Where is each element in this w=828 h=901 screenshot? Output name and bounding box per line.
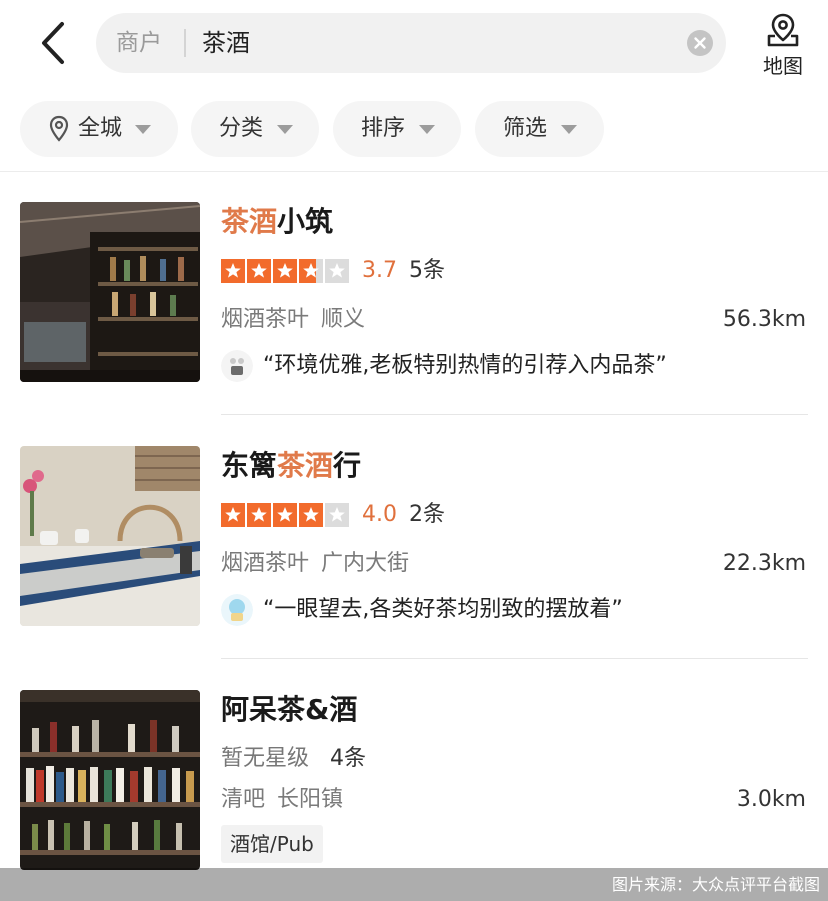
- filter-city[interactable]: 全城: [20, 101, 178, 157]
- shop-name[interactable]: 东篱茶酒行: [221, 446, 361, 486]
- caret-down-icon: [419, 125, 435, 134]
- star-icon: [325, 503, 349, 527]
- caret-down-icon: [135, 125, 151, 134]
- caret-down-icon: [561, 125, 577, 134]
- distance: 3.0km: [736, 787, 806, 812]
- result-item[interactable]: 茶酒小筑 3.7 5条 烟酒茶叶 顺义 56.3km “环境优雅,老板特别热情的引…: [0, 202, 828, 446]
- map-label: 地图: [763, 54, 803, 78]
- review-count: 2条: [409, 502, 445, 527]
- filter-screen-label: 筛选: [503, 116, 548, 141]
- caret-down-icon: [277, 125, 293, 134]
- name-highlight: 茶酒: [221, 205, 278, 238]
- search-input[interactable]: 茶酒: [202, 13, 250, 73]
- name-rest: 小筑: [277, 205, 334, 238]
- filter-bar: 全城 分类 排序 筛选: [0, 101, 828, 159]
- image-credit: 图片来源：大众点评平台截图: [611, 875, 820, 894]
- avatar: [221, 594, 253, 626]
- avatar: [221, 350, 253, 382]
- review-count: 4条: [330, 746, 366, 771]
- location-pin-icon: [49, 115, 69, 142]
- item-divider: [221, 414, 808, 415]
- name-prefix: 东篱: [221, 449, 278, 482]
- search-divider: [184, 29, 186, 57]
- name-highlight: 茶酒: [277, 449, 334, 482]
- back-button[interactable]: [32, 18, 76, 68]
- distance: 56.3km: [722, 307, 806, 332]
- map-button[interactable]: 地图: [755, 10, 811, 80]
- shop-area: 广内大街: [321, 551, 410, 576]
- shop-name[interactable]: 茶酒小筑: [221, 202, 333, 242]
- shop-meta: 烟酒茶叶 广内大街: [221, 547, 409, 581]
- filter-category[interactable]: 分类: [191, 101, 319, 157]
- shop-photo: [20, 202, 200, 382]
- filter-sort[interactable]: 排序: [333, 101, 461, 157]
- no-rating-label: 暂无星级: [221, 746, 310, 771]
- image-credit-bar: 图片来源：大众点评平台截图: [0, 868, 828, 901]
- search-scope-label[interactable]: 商户: [116, 13, 162, 73]
- star-icon: [325, 259, 349, 283]
- name-rest: 行: [333, 449, 362, 482]
- shop-area: 长阳镇: [277, 787, 344, 812]
- shop-meta: 烟酒茶叶 顺义: [221, 303, 365, 337]
- star-icon: [273, 259, 297, 283]
- shop-name[interactable]: 阿呆茶&酒: [221, 690, 357, 730]
- shop-photo: [20, 690, 200, 870]
- search-bar[interactable]: 商户 茶酒: [96, 13, 726, 73]
- top-bar: 商户 茶酒 地图: [0, 0, 828, 88]
- review-quote: “环境优雅,老板特别热情的引荐入内品茶”: [263, 353, 667, 378]
- filter-city-label: 全城: [78, 116, 123, 141]
- shop-meta: 清吧 长阳镇: [221, 783, 343, 817]
- category-tag: 酒馆/Pub: [221, 825, 323, 863]
- review-quote: “一眼望去,各类好茶均别致的摆放着”: [263, 597, 623, 622]
- star-icon: [273, 503, 297, 527]
- filter-divider: [0, 171, 828, 172]
- star-icon: [221, 259, 245, 283]
- clear-search-button[interactable]: [687, 30, 713, 56]
- back-arrow-icon: [42, 22, 64, 64]
- star-icon: [299, 503, 323, 527]
- review-count: 5条: [409, 258, 445, 283]
- shop-category: 烟酒茶叶: [221, 551, 310, 576]
- map-pin-icon: [767, 13, 799, 47]
- shop-area: 顺义: [321, 307, 366, 332]
- filter-category-label: 分类: [219, 116, 264, 141]
- item-divider: [221, 658, 808, 659]
- star-icon: [299, 259, 323, 283]
- shop-category: 烟酒茶叶: [221, 307, 310, 332]
- star-icon: [247, 259, 271, 283]
- star-icon: [221, 503, 245, 527]
- shop-photo: [20, 446, 200, 626]
- rating-score: 3.7: [362, 258, 397, 283]
- filter-sort-label: 排序: [361, 116, 406, 141]
- star-icon: [247, 503, 271, 527]
- result-item[interactable]: 东篱茶酒行 4.0 2条 烟酒茶叶 广内大街 22.3km “一眼望去,各类好茶均…: [0, 446, 828, 690]
- rating-score: 4.0: [362, 502, 397, 527]
- filter-screen[interactable]: 筛选: [475, 101, 604, 157]
- shop-category: 清吧: [221, 787, 266, 812]
- close-icon: [694, 37, 706, 49]
- distance: 22.3km: [722, 551, 806, 576]
